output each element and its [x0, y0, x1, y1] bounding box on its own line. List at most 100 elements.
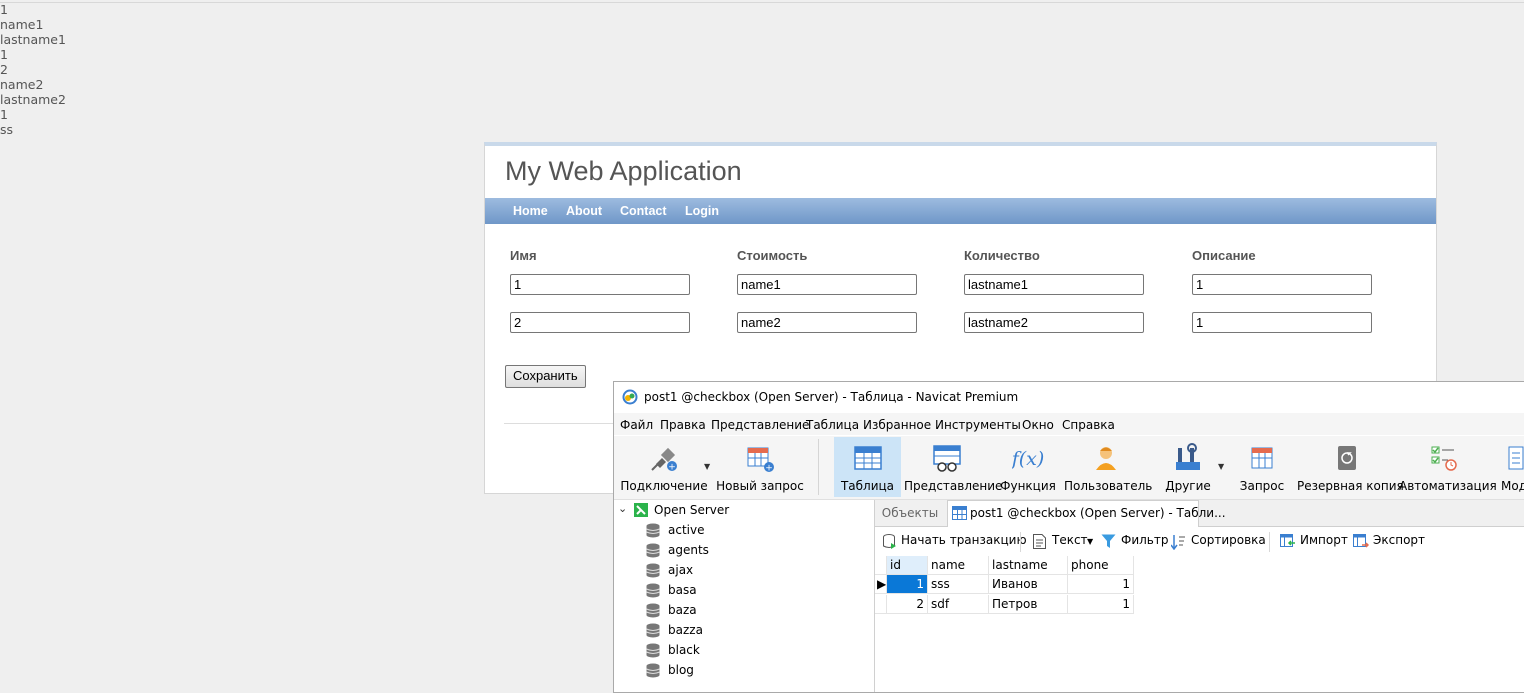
table-cell[interactable]: sdf: [928, 595, 989, 614]
tab-objects[interactable]: Объекты: [875, 502, 945, 525]
column-header[interactable]: id: [887, 556, 928, 575]
tree-database[interactable]: bazza: [646, 620, 866, 640]
database-icon: [646, 643, 660, 661]
column-label-cost: Стоимость: [737, 248, 808, 263]
table-cell[interactable]: sss: [928, 575, 989, 594]
others-button[interactable]: Другие: [1160, 437, 1216, 497]
begin-transaction-button[interactable]: Начать транзакцию: [901, 533, 1027, 547]
row-header-corner: [875, 556, 887, 575]
menu-view[interactable]: Представление: [711, 418, 809, 432]
table-cell[interactable]: Петров: [989, 595, 1068, 614]
window-title: post1 @checkbox (Open Server) - Таблица …: [644, 390, 1019, 404]
table-cell[interactable]: 2: [887, 595, 928, 614]
debug-line: name2: [0, 77, 44, 92]
toolbar-label: Функция: [1000, 479, 1056, 493]
query-button[interactable]: Запрос: [1234, 437, 1290, 497]
new-query-button[interactable]: + Новый запрос: [716, 437, 804, 497]
chevron-down-icon[interactable]: ⌄: [618, 502, 627, 515]
text-icon: [1033, 534, 1046, 553]
nav-contact-link[interactable]: Contact: [620, 204, 667, 218]
tree-database[interactable]: black: [646, 640, 866, 660]
text-button[interactable]: Текст: [1052, 533, 1088, 547]
nav-login-link[interactable]: Login: [685, 204, 719, 218]
row2-description-input[interactable]: [1192, 312, 1372, 333]
column-label-quantity: Количество: [964, 248, 1040, 263]
toolbar-separator: [818, 439, 819, 495]
nav-about-link[interactable]: About: [566, 204, 602, 218]
row1-description-input[interactable]: [1192, 274, 1372, 295]
row1-name-input[interactable]: [510, 274, 690, 295]
tree-connection-label: Open Server: [654, 503, 730, 517]
title-bar[interactable]: post1 @checkbox (Open Server) - Таблица …: [614, 382, 1524, 412]
row2-cost-input[interactable]: [737, 312, 917, 333]
table-pane: Объекты post1 @checkbox (Open Server) - …: [875, 500, 1524, 692]
import-button[interactable]: Импорт: [1300, 533, 1348, 547]
row2-name-input[interactable]: [510, 312, 690, 333]
tree-database[interactable]: active: [646, 520, 866, 540]
menu-bar: Файл Правка Представление Таблица Избран…: [614, 413, 1524, 435]
toolbar-label: Резервная копия: [1297, 479, 1404, 493]
main-menu: Home About Contact Login: [485, 198, 1436, 224]
tree-connection[interactable]: ⌄ Open Server: [618, 500, 868, 520]
tab-table-editor[interactable]: post1 @checkbox (Open Server) - Табли...: [947, 500, 1226, 527]
column-header[interactable]: lastname: [989, 556, 1068, 575]
filter-button[interactable]: Фильтр: [1121, 533, 1168, 547]
tree-database[interactable]: ajax: [646, 560, 866, 580]
tree-database[interactable]: baza: [646, 600, 866, 620]
menu-file[interactable]: Файл: [620, 418, 653, 432]
row2-quantity-input[interactable]: [964, 312, 1144, 333]
tree-database-label: blog: [668, 663, 694, 677]
row1-cost-input[interactable]: [737, 274, 917, 295]
chevron-down-icon[interactable]: ▼: [704, 462, 710, 471]
tree-database-label: bazza: [668, 623, 703, 637]
export-button[interactable]: Экспорт: [1373, 533, 1425, 547]
debug-line: lastname1: [0, 32, 66, 47]
model-icon: [1499, 442, 1524, 474]
column-header[interactable]: phone: [1068, 556, 1134, 575]
backup-button[interactable]: Резервная копия: [1297, 437, 1404, 497]
new-query-icon: +: [744, 442, 776, 474]
table-cell[interactable]: 1: [1068, 575, 1134, 594]
menu-tools[interactable]: Инструменты: [935, 418, 1021, 432]
table-button[interactable]: Таблица: [834, 437, 901, 497]
view-button[interactable]: Представление: [904, 437, 1003, 497]
tab-table-label: post1 @checkbox (Open Server) - Табли...: [970, 506, 1226, 520]
toolbar-label: Представление: [904, 479, 1003, 493]
menu-table[interactable]: Таблица: [806, 418, 859, 432]
row1-quantity-input[interactable]: [964, 274, 1144, 295]
automation-button[interactable]: Автоматизация: [1399, 437, 1497, 497]
tree-database[interactable]: agents: [646, 540, 866, 560]
transaction-icon: [883, 534, 897, 553]
table-cell[interactable]: Иванов: [989, 575, 1068, 594]
table-cell[interactable]: 1: [1068, 595, 1134, 614]
database-icon: [646, 663, 660, 681]
chevron-down-icon[interactable]: ▼: [1087, 537, 1093, 546]
sort-button[interactable]: Сортировка: [1191, 533, 1266, 547]
connection-button[interactable]: + Подключение: [620, 437, 708, 497]
tab-bar: Объекты post1 @checkbox (Open Server) - …: [875, 500, 1524, 527]
menu-favorites[interactable]: Избранное: [863, 418, 931, 432]
column-header[interactable]: name: [928, 556, 989, 575]
tree-database[interactable]: basa: [646, 580, 866, 600]
view-icon: [931, 442, 963, 474]
column-label-description: Описание: [1192, 248, 1256, 263]
row-selector[interactable]: ▶: [875, 575, 887, 594]
menu-edit[interactable]: Правка: [660, 418, 706, 432]
row-selector[interactable]: [875, 595, 887, 614]
menu-help[interactable]: Справка: [1062, 418, 1115, 432]
database-icon: [646, 543, 660, 561]
export-icon: [1353, 534, 1370, 553]
tree-database[interactable]: blog: [646, 660, 866, 680]
toolbar-label: Другие: [1165, 479, 1211, 493]
save-button[interactable]: Сохранить: [505, 365, 586, 388]
menu-window[interactable]: Окно: [1022, 418, 1054, 432]
chevron-down-icon[interactable]: ▼: [1218, 462, 1224, 471]
table-cell[interactable]: 1: [887, 575, 928, 594]
function-button[interactable]: f(x) Функция: [1000, 437, 1056, 497]
debug-line: 2: [0, 62, 8, 77]
model-button[interactable]: Мод: [1495, 437, 1524, 497]
toolbar-label: Пользователь: [1064, 479, 1153, 493]
nav-home-link[interactable]: Home: [513, 204, 548, 218]
database-icon: [646, 523, 660, 541]
user-button[interactable]: Пользователь: [1064, 437, 1153, 497]
